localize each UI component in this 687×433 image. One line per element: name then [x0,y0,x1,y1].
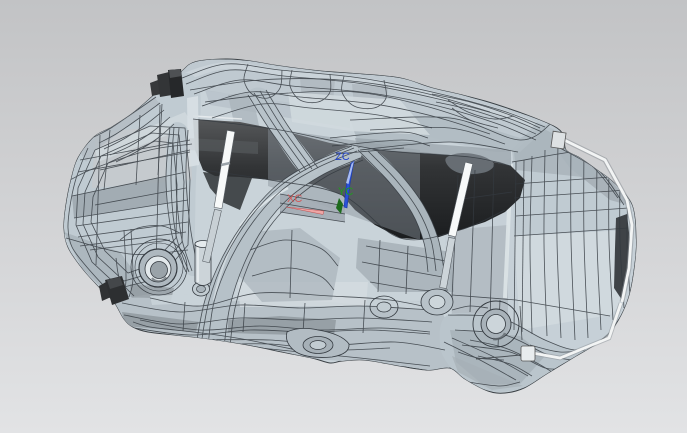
svg-text:XC: XC [287,193,302,205]
svg-text:ZC: ZC [335,151,350,163]
svg-text:YC: YC [338,186,353,198]
